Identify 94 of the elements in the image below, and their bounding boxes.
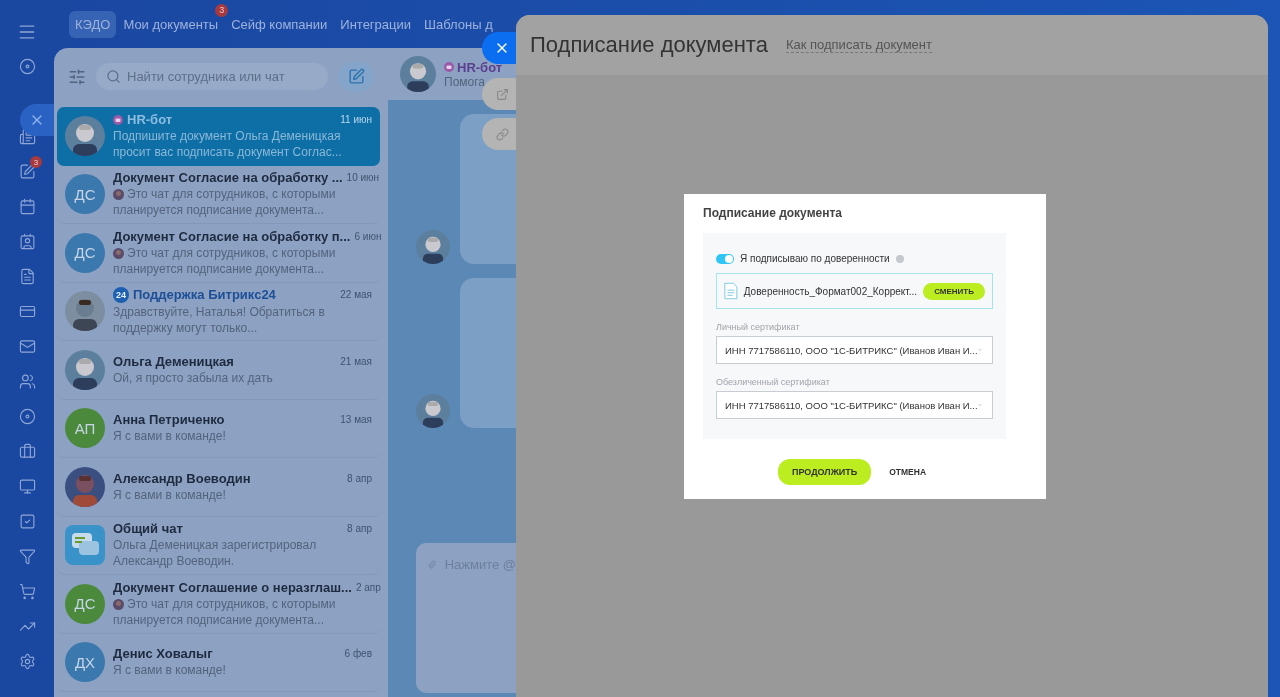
chat-title: Поддержка Битрикс24 bbox=[133, 287, 276, 303]
chat-item[interactable]: Общий чат 8 апр Ольга Деменицкая зарегистрировал Александр Воеводин. bbox=[57, 516, 380, 575]
initials-avatar: ДС bbox=[65, 583, 105, 624]
edit-icon bbox=[347, 68, 365, 85]
bot-icon bbox=[444, 62, 454, 72]
initials-avatar: ДС bbox=[65, 232, 105, 273]
chat-status: Помога bbox=[444, 74, 486, 89]
paperclip-icon bbox=[428, 557, 437, 572]
chat-time: 8 апр bbox=[347, 472, 372, 484]
help-link[interactable]: Как подписать документ bbox=[785, 37, 932, 53]
initials-avatar: ДХ bbox=[65, 642, 105, 683]
chat-item[interactable]: ДС Документ Согласие на обработку ... 10 июн Это чат для сотрудников, с которыми планируется подписание документа... bbox=[57, 165, 380, 224]
chat-preview: Это чат для сотрудников, с которыми планируется подписание документа... bbox=[113, 244, 337, 277]
chat-preview: Это чат для сотрудников, с которыми планируется подписание документа... bbox=[113, 595, 337, 628]
chat-time: 22 мая bbox=[340, 289, 372, 301]
bot-icon bbox=[113, 114, 123, 125]
filter-icon[interactable] bbox=[68, 67, 86, 86]
calendar-icon[interactable] bbox=[18, 198, 36, 215]
chat-title: Денис Ховалыг bbox=[113, 646, 213, 662]
toggle-label: Я подписываю по доверенности bbox=[740, 253, 890, 264]
new-chat-button[interactable] bbox=[338, 61, 374, 92]
change-button[interactable]: СМЕНИТЬ bbox=[923, 282, 985, 300]
contact-card-icon[interactable] bbox=[18, 233, 36, 250]
briefcase-icon[interactable] bbox=[18, 443, 36, 460]
chat-time: 11 июн bbox=[340, 114, 372, 126]
chat-title: Ольга Деменицкая bbox=[113, 353, 234, 369]
cancel-button[interactable]: ОТМЕНА bbox=[883, 466, 933, 478]
cart-icon[interactable] bbox=[18, 583, 36, 600]
chat-preview: Это чат для сотрудников, с которыми планируется подписание документа... bbox=[113, 186, 337, 219]
chat-time: 6 июн bbox=[354, 230, 382, 242]
field-label: Личный сертификат bbox=[716, 322, 801, 332]
close-button[interactable] bbox=[482, 32, 518, 64]
chat-preview: Подпишите документ Ольга Деменицкая просит вас подписать документ Соглас... bbox=[113, 128, 343, 161]
chat-title: Общий чат bbox=[113, 521, 183, 537]
certificate-select[interactable]: ИНН 7717586110, ООО "1С-БИТРИКС" (Иванов Иван И... bbox=[716, 336, 993, 364]
help-icon bbox=[895, 254, 904, 263]
dialog-title: Подписание документа bbox=[703, 206, 843, 220]
slider-title: Подписание документа bbox=[530, 32, 768, 58]
chat-item[interactable]: ДС Документ Согласие на обработку п... 6 июн Это чат для сотрудников, с которыми планируется подписание документа... bbox=[57, 224, 380, 283]
document-icon bbox=[724, 281, 738, 301]
chat-title: Документ Согласие на обработку п... bbox=[113, 228, 351, 244]
chat-item[interactable]: АП Анна Петриченко 13 мая Я с вами в команде! bbox=[57, 399, 380, 458]
chat-time: 13 мая bbox=[340, 414, 372, 426]
certificate-select[interactable]: ИНН 7717586110, ООО "1С-БИТРИКС" (Иванов Иван И... bbox=[716, 391, 993, 419]
disc-icon[interactable] bbox=[18, 408, 36, 425]
mail-icon[interactable] bbox=[18, 338, 36, 355]
chat-bubbles-icon bbox=[65, 525, 105, 566]
monitor-icon[interactable] bbox=[18, 478, 36, 495]
chat-item[interactable]: ДС Документ Соглашение о неразглаш... 2 апр Это чат для сотрудников, с которыми планируется подписание документа... bbox=[57, 575, 380, 634]
search-icon bbox=[106, 69, 121, 84]
chat-item[interactable]: HR-бот 11 июн Подпишите документ Ольга Деменицкая просит вас подписать документ Соглас... bbox=[57, 107, 380, 166]
document-edit-icon[interactable] bbox=[18, 163, 36, 180]
document-icon[interactable] bbox=[18, 268, 36, 285]
chat-time: 21 мая bbox=[340, 355, 372, 367]
chat-preview: Здравствуйте, Наталья! Обратиться в поддержку могут только... bbox=[113, 303, 326, 336]
chat-time: 8 апр bbox=[347, 523, 372, 535]
link-icon bbox=[495, 127, 509, 141]
chat-time: 6 фев bbox=[344, 648, 372, 660]
chat-title: HR-бот bbox=[127, 112, 173, 128]
chat-title: Александр Воеводин bbox=[113, 470, 251, 486]
chat-preview: Я с вами в команде! bbox=[113, 428, 227, 445]
notification-badge: 3 bbox=[215, 3, 229, 17]
card-icon[interactable] bbox=[18, 303, 36, 320]
file-name: Доверенность_Формат002_Коррект... bbox=[743, 285, 918, 297]
chat-time: 2 апр bbox=[355, 581, 381, 593]
initials-avatar: ДС bbox=[65, 174, 105, 215]
chat-preview: Я с вами в команде! bbox=[113, 486, 227, 503]
settings-icon[interactable] bbox=[18, 653, 36, 670]
continue-button[interactable]: ПРОДОЛЖИТЬ bbox=[777, 459, 872, 485]
nav-tab[interactable]: Интеграции bbox=[334, 10, 418, 38]
initials-avatar: АП bbox=[65, 408, 105, 449]
people-icon[interactable] bbox=[18, 373, 36, 390]
chat-preview: Ольга Деменицкая зарегистрировал Александр Воеводин. bbox=[113, 537, 318, 570]
checkbox-icon[interactable] bbox=[18, 513, 36, 530]
field-label: Обезличенный сертификат bbox=[716, 377, 831, 387]
chat-title: Документ Соглашение о неразглаш... bbox=[113, 579, 352, 595]
chat-item[interactable]: 24 Поддержка Битрикс24 22 мая Здравствуйте, Наталья! Обратиться в поддержку могут только... bbox=[57, 282, 380, 341]
external-link-icon bbox=[495, 87, 509, 101]
chat-item[interactable]: Ольга Деменицкая 21 мая Ой, я просто забыла их дать bbox=[57, 341, 380, 400]
file-field[interactable]: Доверенность_Формат002_Коррект... СМЕНИТЬ bbox=[716, 273, 993, 309]
notification-badge: 3 bbox=[30, 156, 42, 168]
chat-preview: Я с вами в команде! bbox=[113, 662, 227, 679]
chat-name: HR-бот bbox=[444, 59, 503, 75]
chat-preview: Ой, я просто забыла их дать bbox=[113, 369, 274, 386]
toggle-switch[interactable] bbox=[716, 253, 734, 264]
chat-time: 10 июн bbox=[346, 172, 380, 184]
nav-tab[interactable]: Шаблоны д bbox=[418, 10, 499, 38]
support-badge: 24 bbox=[113, 286, 129, 303]
chat-title: Анна Петриченко bbox=[113, 412, 225, 428]
chat-item[interactable]: ДХ Денис Ховалыг 6 фев Я с вами в команде! bbox=[57, 633, 380, 692]
chat-item[interactable]: Александр Воеводин 8 апр Я с вами в команде! bbox=[57, 458, 380, 517]
filter-icon[interactable] bbox=[18, 548, 36, 565]
close-button[interactable] bbox=[20, 104, 54, 136]
chat-title: Документ Согласие на обработку ... bbox=[113, 170, 343, 186]
